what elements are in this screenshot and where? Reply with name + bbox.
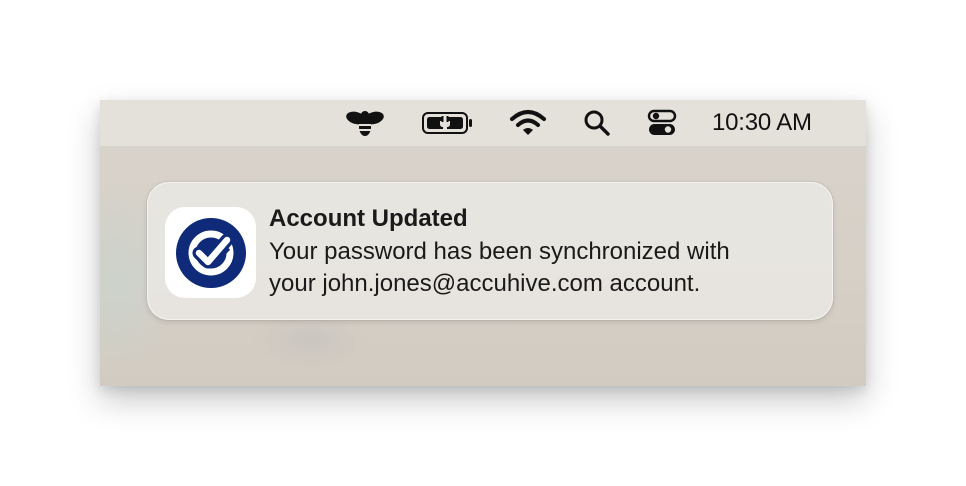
notification-body-line: your john.jones@accuhive.com account. bbox=[269, 270, 701, 297]
menu-bar-clock[interactable]: 10:30 AM bbox=[712, 100, 812, 146]
notification-banner[interactable]: Account Updated Your password has been s… bbox=[147, 182, 833, 320]
bee-app-icon[interactable] bbox=[344, 100, 386, 146]
battery-charging-icon[interactable] bbox=[420, 100, 476, 146]
wifi-icon[interactable] bbox=[508, 100, 548, 146]
desktop: 10:30 AM Account Updated Your password h… bbox=[100, 100, 866, 386]
menu-bar: 10:30 AM bbox=[100, 100, 866, 146]
spotlight-search-icon[interactable] bbox=[582, 100, 612, 146]
notification-title: Account Updated bbox=[269, 205, 468, 232]
notification-body-line: Your password has been synchronized with bbox=[269, 238, 730, 265]
control-center-icon[interactable] bbox=[646, 100, 678, 146]
notification-body: Your password has been synchronized with… bbox=[269, 236, 809, 300]
checkmark-shield-icon bbox=[165, 207, 256, 298]
